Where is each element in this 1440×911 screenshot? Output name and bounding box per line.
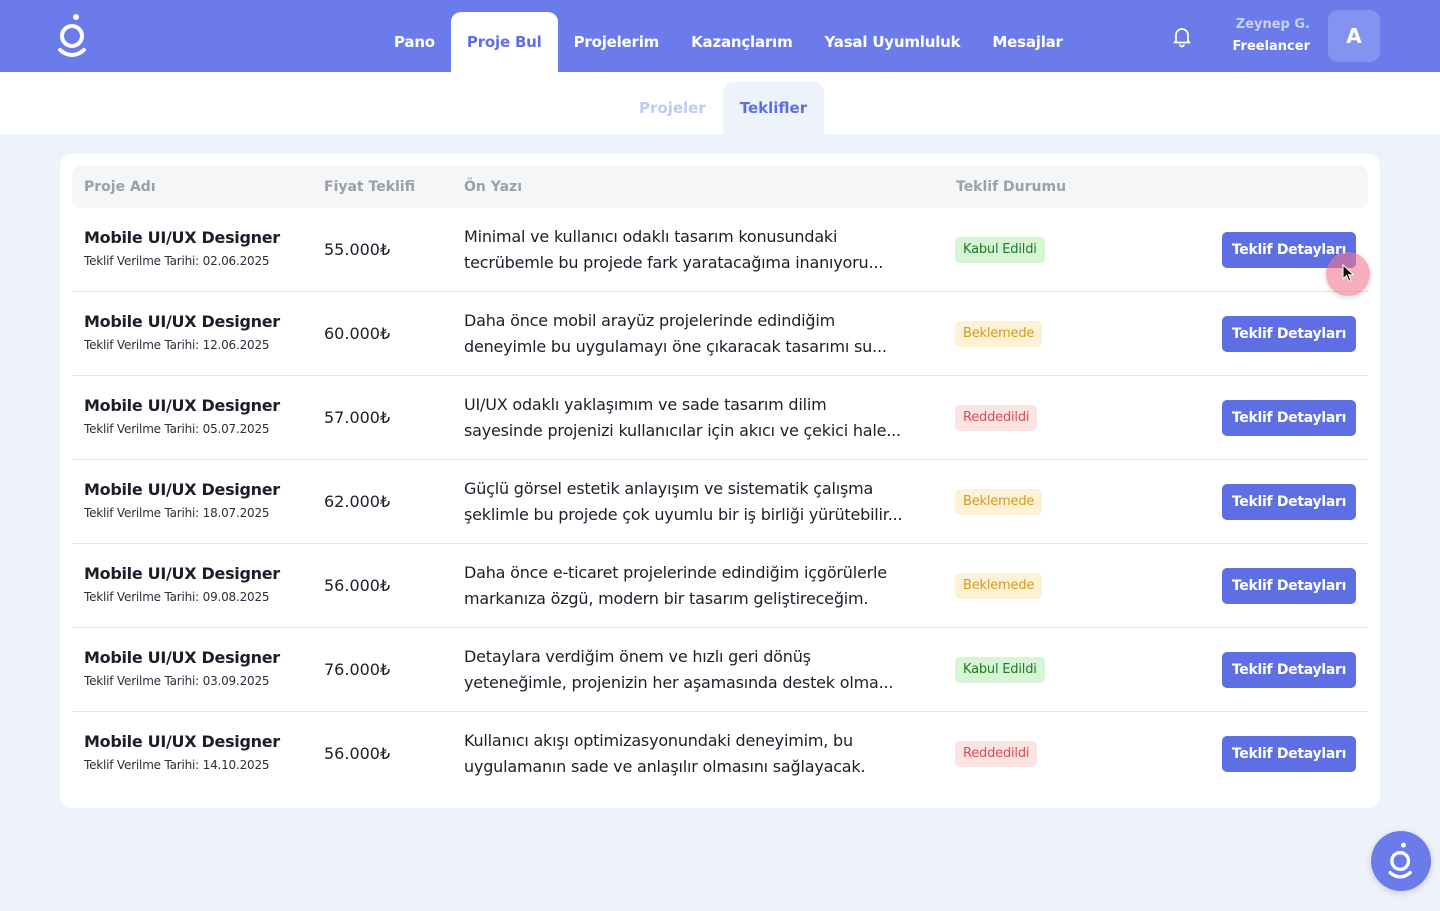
nav-mesajlar[interactable]: Mesajlar (976, 12, 1078, 72)
nav-kazanclarim[interactable]: Kazançlarım (675, 12, 808, 72)
offer-details-button[interactable]: Teklif Detayları (1222, 652, 1356, 688)
cover-letter-line: Daha önce mobil arayüz projelerinde edin… (464, 311, 835, 330)
project-cell: Mobile UI/UX Designer Teklif Verilme Tar… (84, 563, 280, 606)
project-name: Mobile UI/UX Designer (84, 480, 280, 499)
project-name: Mobile UI/UX Designer (84, 228, 280, 247)
bell-icon[interactable] (1170, 24, 1194, 48)
status-badge: Reddedildi (955, 405, 1038, 431)
main-nav: Pano Proje Bul Projelerim Kazançlarım Ya… (378, 12, 1079, 72)
nav-projelerim[interactable]: Projelerim (558, 12, 676, 72)
status-badge: Kabul Edildi (955, 657, 1045, 683)
cover-letter-line: UI/UX odaklı yaklaşımım ve sade tasarım … (464, 395, 827, 414)
table-row: Mobile UI/UX Designer Teklif Verilme Tar… (72, 292, 1368, 376)
offer-price: 62.000₺ (324, 492, 391, 511)
cover-letter-line: yeteneğimle, projenizin her aşamasında d… (464, 673, 894, 692)
offer-price: 60.000₺ (324, 324, 391, 343)
avatar[interactable]: A (1328, 10, 1380, 62)
cover-letter-line: markanıza özgü, modern bir tasarım geliş… (464, 589, 869, 608)
cover-letter-line: Güçlü görsel estetik anlayışım ve sistem… (464, 479, 874, 498)
offer-price: 56.000₺ (324, 576, 391, 595)
table-row: Mobile UI/UX Designer Teklif Verilme Tar… (72, 208, 1368, 292)
project-cell: Mobile UI/UX Designer Teklif Verilme Tar… (84, 647, 280, 690)
cover-letter: Minimal ve kullanıcı odaklı tasarım konu… (464, 224, 904, 276)
offer-date: Teklif Verilme Tarihi: 09.08.2025 (84, 590, 270, 604)
status-badge: Reddedildi (955, 741, 1038, 767)
column-header-status: Teklif Durumu (956, 179, 1067, 195)
offer-details-button[interactable]: Teklif Detayları (1222, 400, 1356, 436)
project-name: Mobile UI/UX Designer (84, 312, 280, 331)
top-navigation-bar: Pano Proje Bul Projelerim Kazançlarım Ya… (0, 0, 1440, 72)
offer-details-button[interactable]: Teklif Detayları (1222, 568, 1356, 604)
status-badge: Beklemede (955, 489, 1043, 515)
cover-letter: Detaylara verdiğim önem ve hızlı geri dö… (464, 644, 904, 696)
tab-teklifler[interactable]: Teklifler (722, 82, 825, 134)
table-body: Mobile UI/UX Designer Teklif Verilme Tar… (72, 208, 1368, 796)
table-header: Proje Adı Fiyat Teklifi Ön Yazı Teklif D… (72, 166, 1368, 208)
offer-price: 56.000₺ (324, 744, 391, 763)
offer-price: 76.000₺ (324, 660, 391, 679)
column-header-price: Fiyat Teklifi (324, 179, 415, 195)
offer-date: Teklif Verilme Tarihi: 03.09.2025 (84, 674, 270, 688)
table-row: Mobile UI/UX Designer Teklif Verilme Tar… (72, 712, 1368, 796)
offer-details-button[interactable]: Teklif Detayları (1222, 484, 1356, 520)
offer-date: Teklif Verilme Tarihi: 14.10.2025 (84, 758, 270, 772)
offers-table-card: Proje Adı Fiyat Teklifi Ön Yazı Teklif D… (60, 154, 1380, 808)
project-cell: Mobile UI/UX Designer Teklif Verilme Tar… (84, 395, 280, 438)
project-name: Mobile UI/UX Designer (84, 564, 280, 583)
project-name: Mobile UI/UX Designer (84, 648, 280, 667)
cover-letter-line: şeklimle bu projede çok uyumlu bir iş bi… (464, 505, 903, 524)
project-cell: Mobile UI/UX Designer Teklif Verilme Tar… (84, 227, 280, 270)
cover-letter: UI/UX odaklı yaklaşımım ve sade tasarım … (464, 392, 904, 444)
floating-assistant-button[interactable] (1371, 831, 1431, 891)
cover-letter: Daha önce mobil arayüz projelerinde edin… (464, 308, 904, 360)
cover-letter: Daha önce e-ticaret projelerinde edindiğ… (464, 560, 904, 612)
project-name: Mobile UI/UX Designer (84, 396, 280, 415)
column-header-cover-letter: Ön Yazı (464, 179, 522, 195)
table-row: Mobile UI/UX Designer Teklif Verilme Tar… (72, 628, 1368, 712)
offer-details-button[interactable]: Teklif Detayları (1222, 736, 1356, 772)
project-cell: Mobile UI/UX Designer Teklif Verilme Tar… (84, 311, 280, 354)
user-name: Zeynep G. (1235, 17, 1310, 32)
offer-price: 55.000₺ (324, 240, 391, 259)
sub-tab-bar: Projeler Teklifler (0, 72, 1440, 134)
project-cell: Mobile UI/UX Designer Teklif Verilme Tar… (84, 479, 280, 522)
nav-pano[interactable]: Pano (378, 12, 451, 72)
sub-tabs: Projeler Teklifler (622, 82, 825, 134)
cover-letter-line: sayesinde projenizi kullanıcılar için ak… (464, 421, 901, 440)
project-name: Mobile UI/UX Designer (84, 732, 280, 751)
offer-date: Teklif Verilme Tarihi: 12.06.2025 (84, 338, 270, 352)
cover-letter-line: Detaylara verdiğim önem ve hızlı geri dö… (464, 647, 811, 666)
cover-letter: Kullanıcı akışı optimizasyonundaki deney… (464, 728, 904, 780)
nav-proje-bul[interactable]: Proje Bul (450, 12, 558, 72)
status-badge: Beklemede (955, 573, 1043, 599)
table-row: Mobile UI/UX Designer Teklif Verilme Tar… (72, 544, 1368, 628)
cover-letter: Güçlü görsel estetik anlayışım ve sistem… (464, 476, 904, 528)
offer-date: Teklif Verilme Tarihi: 02.06.2025 (84, 254, 270, 268)
column-header-project: Proje Adı (84, 179, 156, 195)
offer-date: Teklif Verilme Tarihi: 05.07.2025 (84, 422, 270, 436)
table-row: Mobile UI/UX Designer Teklif Verilme Tar… (72, 376, 1368, 460)
offer-price: 57.000₺ (324, 408, 391, 427)
nav-yasal-uyumluluk[interactable]: Yasal Uyumluluk (809, 12, 977, 72)
cover-letter-line: tecrübemle bu projede fark yaratacağıma … (464, 253, 884, 272)
brand-logo-icon[interactable] (56, 12, 90, 60)
cover-letter-line: uygulamanın sade ve anlaşılır olmasını s… (464, 757, 866, 776)
project-cell: Mobile UI/UX Designer Teklif Verilme Tar… (84, 731, 280, 774)
brand-logo-icon (1388, 842, 1412, 879)
cover-letter-line: deneyimle bu uygulamayı öne çıkaracak ta… (464, 337, 887, 356)
cover-letter-line: Minimal ve kullanıcı odaklı tasarım konu… (464, 227, 838, 246)
status-badge: Kabul Edildi (955, 237, 1045, 263)
mouse-pointer-icon (1342, 264, 1355, 283)
user-role: Freelancer (1232, 39, 1310, 54)
offer-date: Teklif Verilme Tarihi: 18.07.2025 (84, 506, 270, 520)
user-info: Zeynep G. Freelancer (1210, 14, 1310, 58)
table-row: Mobile UI/UX Designer Teklif Verilme Tar… (72, 460, 1368, 544)
status-badge: Beklemede (955, 321, 1043, 347)
cover-letter-line: Daha önce e-ticaret projelerinde edindiğ… (464, 563, 887, 582)
tab-projeler[interactable]: Projeler (622, 82, 723, 134)
cover-letter-line: Kullanıcı akışı optimizasyonundaki deney… (464, 731, 853, 750)
offer-details-button[interactable]: Teklif Detayları (1222, 316, 1356, 352)
